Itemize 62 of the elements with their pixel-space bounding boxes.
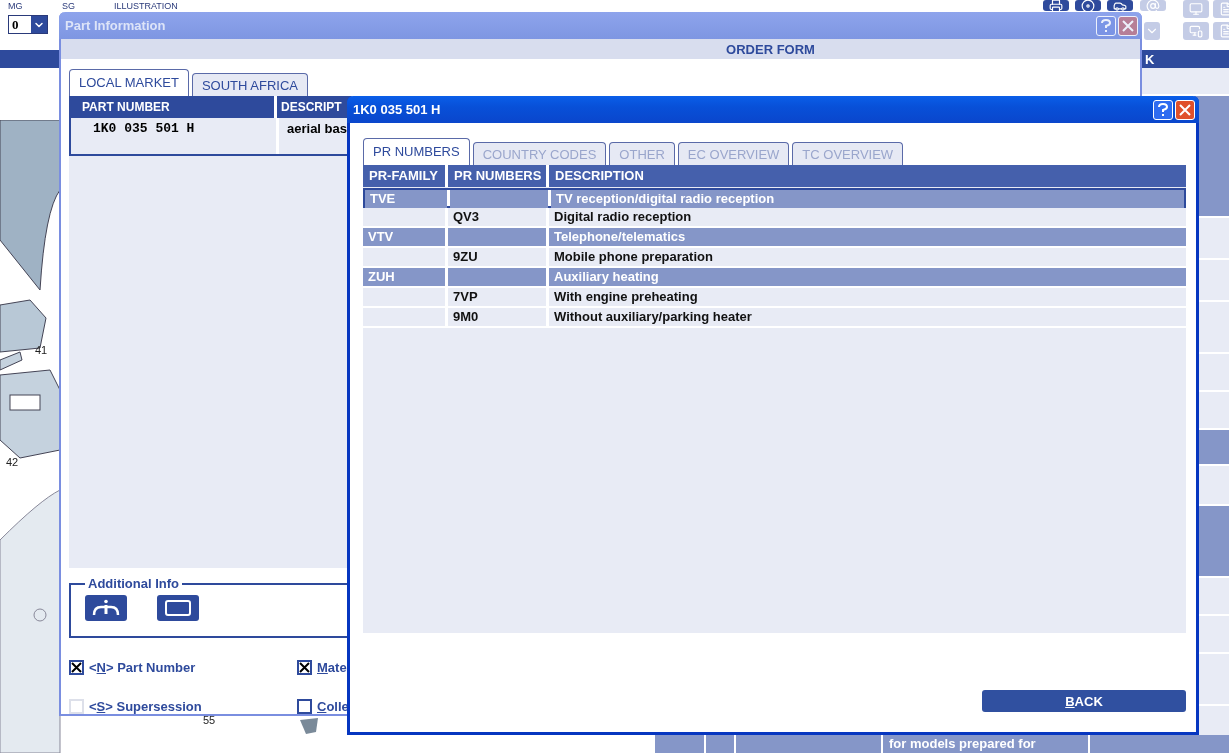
table-row[interactable]: 7VP With engine preheating: [363, 288, 1186, 308]
mg-dropdown[interactable]: 0: [8, 15, 48, 34]
group-title: Additional Info: [87, 576, 180, 591]
column-header: DESCRIPTION: [549, 165, 1186, 187]
table-cell: [655, 735, 704, 753]
checkbox-label: <N> Part Number: [89, 660, 196, 675]
column-header: K: [1142, 50, 1229, 68]
close-icon: [1122, 19, 1134, 32]
callout-number: 41: [35, 344, 48, 356]
help-button[interactable]: [1153, 99, 1173, 120]
table-cell: 9ZU: [448, 248, 546, 266]
table-cell: Telephone/telematics: [549, 228, 1186, 246]
callout-number: 55: [203, 714, 216, 726]
question-mark-icon: [1157, 102, 1169, 117]
close-button[interactable]: [1175, 99, 1195, 120]
table-row[interactable]: 9ZU Mobile phone preparation: [363, 248, 1186, 268]
checkbox[interactable]: [297, 660, 312, 675]
window-title: Part Information: [64, 18, 166, 33]
car-icon[interactable]: [1107, 0, 1133, 11]
table-row[interactable]: QV3 Digital radio reception: [363, 208, 1186, 228]
table-cell: 1K0 035 501 H: [71, 118, 276, 154]
column-header: PART NUMBER: [69, 96, 274, 118]
tab[interactable]: PR NUMBERS: [363, 138, 470, 165]
table-cell: 9M0: [448, 308, 546, 326]
table-cell: Auxiliary heating: [549, 268, 1186, 286]
tab[interactable]: LOCAL MARKET: [69, 69, 189, 96]
checkbox[interactable]: [297, 699, 312, 714]
callout-number: 42: [6, 456, 19, 468]
table-cell: [706, 735, 734, 753]
info-button[interactable]: [85, 595, 127, 621]
window-title: 1K0 035 501 H: [352, 102, 441, 117]
close-icon: [1179, 103, 1191, 116]
header-bar: [0, 50, 59, 68]
question-mark-icon: [1100, 18, 1112, 33]
frame-button[interactable]: [157, 595, 199, 621]
table-cell: Mobile phone preparation: [549, 248, 1186, 266]
checkbox-label: Mate: [317, 660, 347, 675]
column-header: PR-FAMILY: [363, 165, 445, 187]
back-button[interactable]: BACK: [982, 690, 1186, 712]
table-cell: VTV: [363, 228, 445, 246]
checkbox[interactable]: [69, 660, 84, 675]
field-label: MG: [8, 1, 23, 11]
column-header: PR NUMBERS: [448, 165, 546, 187]
table-row[interactable]: 9M0 Without auxiliary/parking heater: [363, 308, 1186, 328]
checkbox-label: <S> Supersession: [89, 699, 202, 714]
table-cell: 7VP: [448, 288, 546, 306]
section-title: ORDER FORM: [726, 41, 815, 57]
table-cell: With engine preheating: [549, 288, 1186, 306]
table-cell: ZUH: [363, 268, 445, 286]
table-cell: TVE: [365, 190, 447, 208]
tab[interactable]: SOUTH AFRICA: [191, 73, 308, 96]
table-cell: QV3: [448, 208, 546, 226]
printer-icon[interactable]: [1043, 0, 1069, 11]
field-label: ILLUSTRATION: [114, 1, 178, 11]
table-cell: Without auxiliary/parking heater: [549, 308, 1186, 326]
field-label: SG: [62, 1, 75, 11]
table-cell: TV reception/digital radio reception: [551, 190, 1184, 208]
table-cell: for models prepared for: [883, 735, 1088, 753]
frame-icon: [163, 599, 193, 617]
info-arch-icon: [91, 599, 121, 617]
table-cell: Digital radio reception: [549, 208, 1186, 226]
checkbox-label: Colle: [317, 699, 349, 714]
